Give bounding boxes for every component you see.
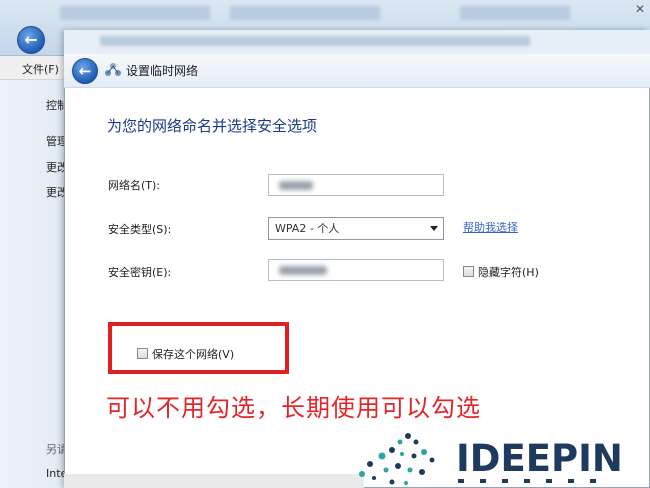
blurred-value — [279, 266, 327, 275]
blurred-value — [279, 181, 313, 190]
blurred-tab — [60, 6, 210, 20]
security-key-label: 安全密钥(E): — [108, 266, 172, 279]
security-type-value: WPA2 - 个人 — [275, 222, 340, 235]
blurred-tab — [230, 6, 380, 20]
ideepin-logo-text: IDEEPIN — [456, 437, 623, 480]
logo-subtitle-marks — [458, 479, 596, 483]
blurred-tab — [460, 6, 570, 20]
help-me-choose-link[interactable]: 帮助我选择 — [463, 219, 518, 235]
highlight-box — [108, 322, 289, 374]
ideepin-logo-icon — [359, 433, 435, 485]
dialog-title: 设置临时网络 — [126, 64, 199, 78]
page-heading: 为您的网络命名并选择安全选项 — [107, 117, 318, 135]
network-icon — [105, 63, 121, 76]
dropdown-arrow-icon — [430, 226, 438, 231]
security-type-label: 安全类型(S): — [108, 223, 172, 236]
close-icon[interactable]: ✕ — [632, 2, 648, 18]
network-name-label: 网络名(T): — [108, 179, 161, 192]
hide-characters-checkbox[interactable] — [463, 266, 474, 277]
security-key-input[interactable] — [268, 259, 444, 281]
security-type-select[interactable]: WPA2 - 个人 — [268, 217, 444, 240]
dialog-bottom-strip — [64, 474, 364, 488]
back-arrow-icon[interactable]: ← — [17, 26, 45, 54]
dialog-back-arrow-icon[interactable]: ← — [72, 58, 98, 84]
annotation-text: 可以不用勾选，长期使用可以勾选 — [106, 394, 481, 422]
hide-characters-label: 隐藏字符(H) — [478, 266, 539, 279]
menu-file[interactable]: 文件(F) — [22, 61, 59, 77]
network-name-input[interactable] — [268, 174, 444, 196]
blurred-header — [100, 36, 530, 46]
